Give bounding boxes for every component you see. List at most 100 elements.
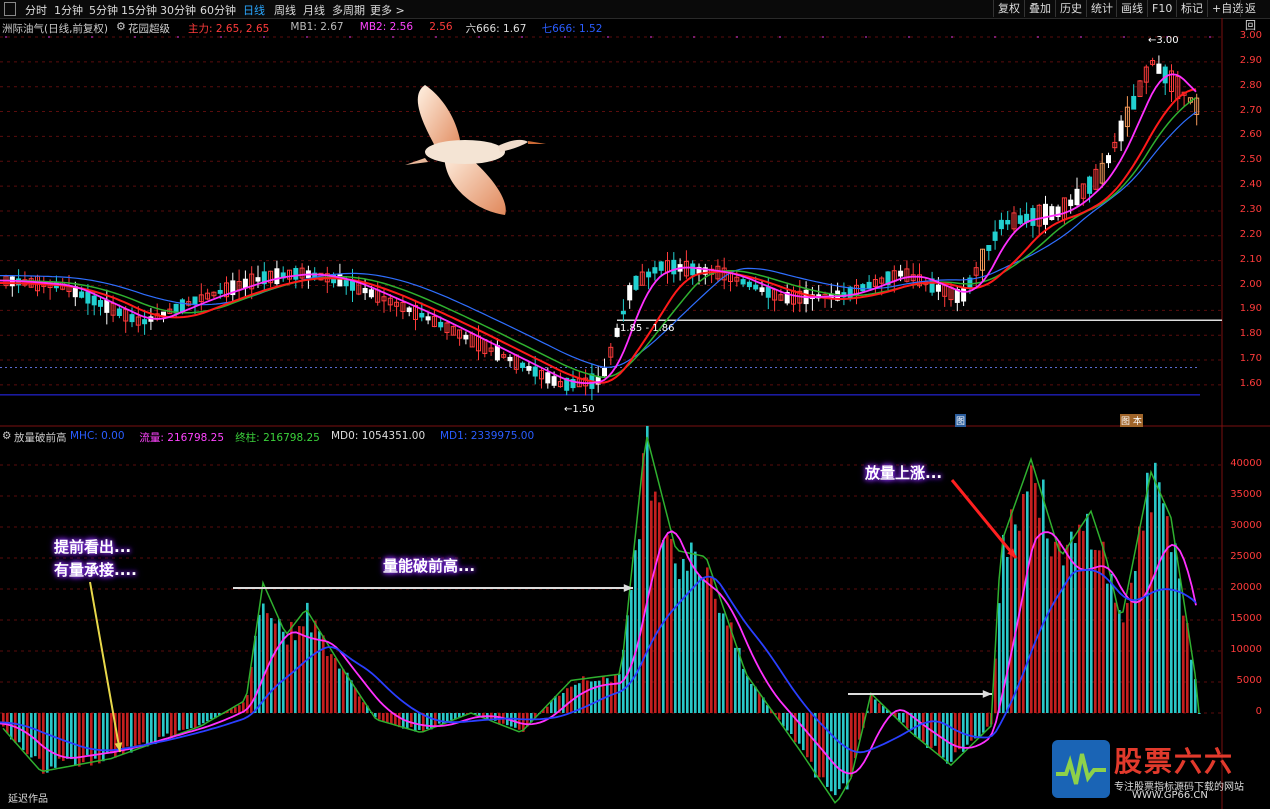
volume-bar (42, 713, 45, 774)
volume-bar (554, 696, 557, 713)
support-level-label: 1.85 - 1.86 (620, 323, 675, 334)
volume-bar (922, 713, 925, 743)
site-logo: 股票六六 专注股票指标源码下载的网站 WWW.GP66.CN (1052, 740, 1262, 802)
top-marker-dot (693, 36, 695, 38)
volume-bar (986, 713, 989, 727)
volume-bar (1098, 550, 1101, 713)
volume-bar (1138, 526, 1141, 713)
volume-bar (666, 535, 669, 713)
price-tick-label: 3.00 (1239, 30, 1262, 41)
volume-bar (546, 706, 549, 713)
volume-bar (358, 696, 361, 713)
volume-bar (806, 713, 809, 758)
candle-body (602, 367, 607, 377)
volume-bar (282, 631, 285, 713)
candle-body (627, 285, 633, 301)
volume-bar (98, 713, 101, 764)
volume-bar (378, 713, 381, 720)
volume-bar (594, 681, 597, 713)
volume-bar (706, 567, 709, 713)
indicator-settings-icon-bottom[interactable]: ⚙ (2, 430, 11, 442)
volume-bar (62, 713, 65, 761)
top-marker-dot (306, 36, 308, 38)
volume-bar (342, 669, 345, 713)
price-tick-label: 2.20 (1239, 228, 1262, 240)
price-tick-label: 2.80 (1239, 79, 1262, 91)
candle-body (1162, 66, 1168, 84)
candle-body (690, 263, 696, 276)
candle-body (935, 284, 941, 292)
volume-bar (838, 713, 841, 790)
volume-bar (386, 713, 389, 723)
candle-body (419, 312, 425, 318)
volume-bar (194, 713, 197, 728)
volume-tick-label: 25000 (1230, 551, 1262, 562)
candle-body (104, 299, 110, 313)
candle-body (192, 296, 198, 306)
high-price-marker: ←3.00 (1148, 35, 1179, 46)
volume-bar (34, 713, 37, 757)
candle-body (545, 372, 551, 384)
bot-legend-items-item-1: 流量: 216798.25 (139, 432, 225, 444)
top-marker-dot (1080, 36, 1082, 38)
volume-bar (914, 713, 917, 737)
candle-body (293, 268, 299, 280)
volume-bar (1174, 543, 1177, 713)
volume-bar (1166, 516, 1169, 713)
candle-body (992, 231, 998, 241)
price-tick-label: 2.10 (1239, 253, 1262, 265)
volume-bar (1094, 549, 1097, 713)
candle-body (520, 362, 526, 368)
price-tick-label: 2.70 (1239, 104, 1262, 116)
volume-bar (238, 705, 241, 713)
volume-bar (638, 539, 641, 713)
stock-chart[interactable] (0, 0, 1270, 809)
candle-body (368, 289, 374, 298)
volume-bar (314, 620, 317, 713)
volume-bar (714, 598, 717, 713)
candle-body (614, 327, 620, 337)
annotation-early-signal-1: 提前看出... (54, 538, 132, 556)
volume-bar (150, 713, 153, 743)
volume-bar (658, 502, 661, 713)
volume-bar (982, 713, 985, 733)
volume-bar (1026, 491, 1029, 713)
volume-bar (674, 563, 677, 713)
candle-body (1074, 188, 1080, 206)
volume-bar (362, 702, 365, 713)
volume-bar (726, 625, 729, 713)
candle-body (507, 356, 513, 362)
volume-bar (350, 680, 353, 713)
top-marker-dot (263, 36, 265, 38)
volume-bar (710, 578, 713, 713)
volume-bar (678, 579, 681, 713)
volume-bar (926, 713, 929, 748)
volume-bar (382, 713, 385, 722)
candle-body (1118, 120, 1124, 142)
top-marker-dot (91, 36, 93, 38)
volume-bar (1186, 623, 1189, 713)
volume-bar (354, 687, 357, 713)
volume-bar (66, 713, 69, 759)
volume-bar (330, 654, 333, 713)
volume-tick-label: 30000 (1230, 520, 1262, 531)
top-marker-dot (5, 36, 7, 38)
event-badge-2[interactable]: 图 本 (1120, 414, 1143, 427)
volume-bar (1086, 513, 1089, 713)
event-badge[interactable]: 图 (955, 414, 967, 427)
volume-bar (742, 668, 745, 713)
price-tick-label: 1.80 (1239, 328, 1262, 340)
volume-bar (670, 539, 673, 713)
volume-tick-label: 0 (1255, 706, 1262, 717)
volume-bar (54, 713, 57, 768)
volume-bar (390, 713, 393, 724)
top-marker-dot (478, 36, 480, 38)
volume-bar (602, 676, 605, 713)
top-marker-dot (779, 36, 781, 38)
volume-bar (278, 619, 281, 713)
volume-bar (850, 713, 853, 777)
volume-bar (1198, 713, 1201, 714)
volume-bar (90, 713, 93, 766)
volume-bar (134, 713, 137, 747)
volume-bar (630, 589, 633, 713)
